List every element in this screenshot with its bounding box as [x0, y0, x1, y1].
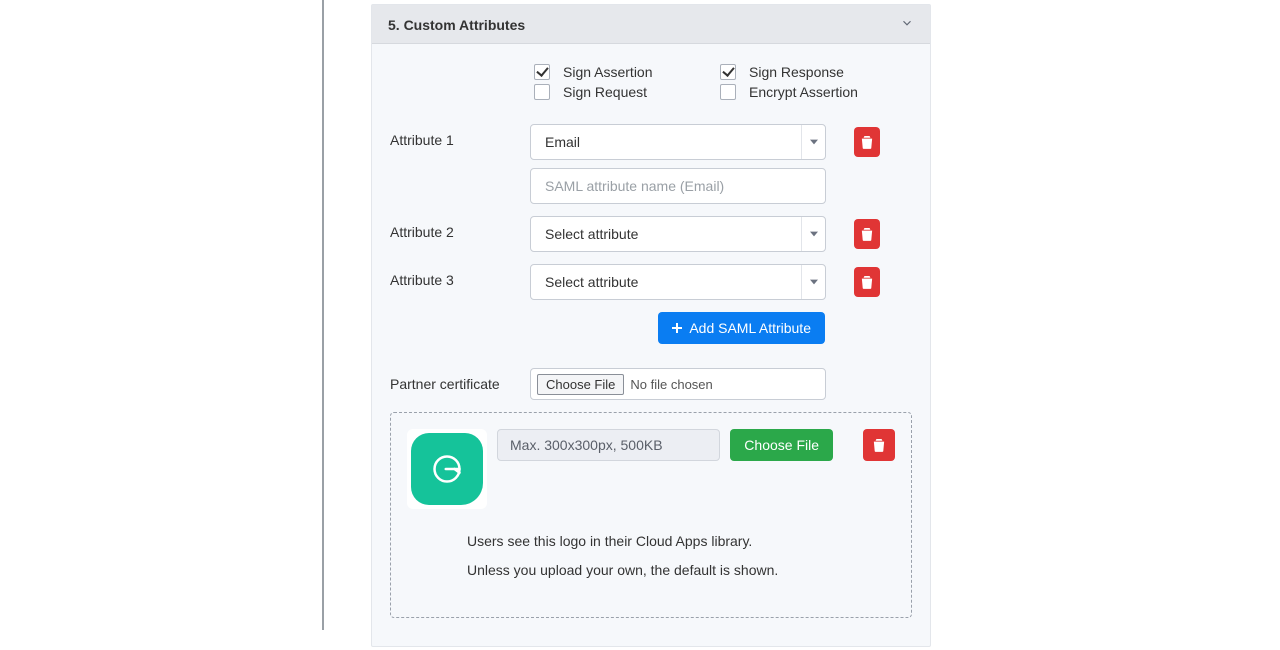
sign-request-label: Sign Request [563, 84, 647, 100]
logo-note-1: Users see this logo in their Cloud Apps … [467, 531, 895, 552]
trash-icon [861, 135, 873, 149]
logo-notes: Users see this logo in their Cloud Apps … [467, 531, 895, 581]
attribute-1-select[interactable]: Email [530, 124, 826, 160]
attribute-row: Attribute 2 Select attribute [390, 216, 912, 252]
delete-attribute-1-button[interactable] [854, 127, 880, 157]
trash-icon [861, 275, 873, 289]
logo-note-2: Unless you upload your own, the default … [467, 560, 895, 581]
attribute-1-name-input[interactable] [530, 168, 826, 204]
attribute-3-select-value: Select attribute [545, 274, 638, 290]
partner-certificate-label: Partner certificate [390, 368, 530, 392]
plus-icon [672, 323, 682, 333]
choose-file-button[interactable]: Choose File [537, 374, 624, 395]
attribute-2-label: Attribute 2 [390, 216, 530, 240]
attribute-3-select[interactable]: Select attribute [530, 264, 826, 300]
sign-response-checkbox[interactable] [720, 64, 736, 80]
delete-attribute-2-button[interactable] [854, 219, 880, 249]
add-saml-attribute-button[interactable]: Add SAML Attribute [658, 312, 825, 344]
attribute-1-label: Attribute 1 [390, 124, 530, 148]
logo-upload-area: Max. 300x300px, 500KB Choose File Users … [390, 412, 912, 618]
attribute-row: Attribute 3 Select attribute [390, 264, 912, 300]
custom-attributes-panel: 5. Custom Attributes Sign Assertion Sign… [371, 4, 931, 647]
delete-attribute-3-button[interactable] [854, 267, 880, 297]
attribute-3-label: Attribute 3 [390, 264, 530, 288]
sign-assertion-label: Sign Assertion [563, 64, 653, 80]
logo-choose-file-button[interactable]: Choose File [730, 429, 833, 461]
sign-assertion-checkbox[interactable] [534, 64, 550, 80]
sign-request-checkbox[interactable] [534, 84, 550, 100]
section-header[interactable]: 5. Custom Attributes [372, 5, 930, 44]
chevron-down-icon [900, 16, 914, 33]
signing-options: Sign Assertion Sign Request Sign Respons… [530, 62, 912, 102]
caret-down-icon [801, 125, 825, 159]
encrypt-assertion-checkbox[interactable] [720, 84, 736, 100]
logo-size-hint: Max. 300x300px, 500KB [497, 429, 720, 461]
caret-down-icon [801, 217, 825, 251]
attribute-2-select-value: Select attribute [545, 226, 638, 242]
trash-icon [873, 438, 885, 452]
trash-icon [861, 227, 873, 241]
sign-response-label: Sign Response [749, 64, 844, 80]
delete-logo-button[interactable] [863, 429, 895, 461]
partner-certificate-file-input[interactable]: Choose File No file chosen [530, 368, 826, 400]
section-title: 5. Custom Attributes [388, 17, 525, 33]
caret-down-icon [801, 265, 825, 299]
add-saml-attribute-label: Add SAML Attribute [689, 320, 811, 336]
divider [322, 0, 324, 630]
app-logo-icon [411, 433, 483, 505]
encrypt-assertion-label: Encrypt Assertion [749, 84, 858, 100]
attribute-row: Attribute 1 Email [390, 124, 912, 204]
logo-preview [407, 429, 487, 509]
attribute-1-select-value: Email [545, 134, 580, 150]
partner-certificate-row: Partner certificate Choose File No file … [390, 368, 912, 400]
attribute-2-select[interactable]: Select attribute [530, 216, 826, 252]
partner-certificate-file-name: No file chosen [630, 377, 712, 392]
